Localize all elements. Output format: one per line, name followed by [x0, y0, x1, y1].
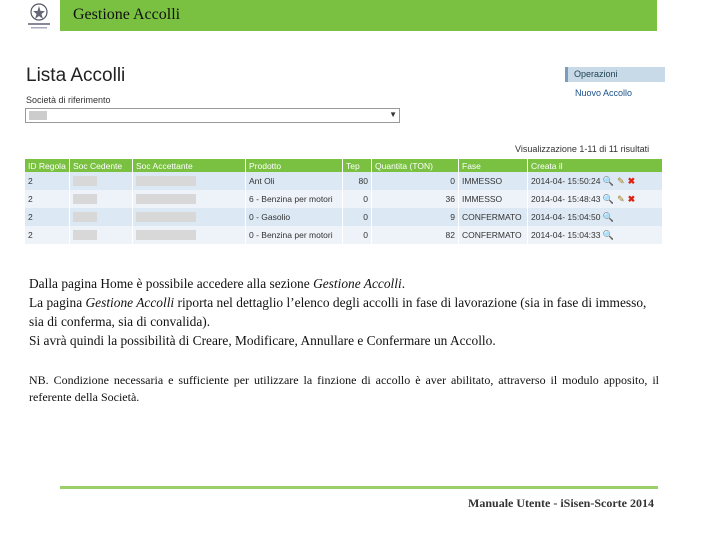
paragraph: La pagina Gestione Accolli riporta nel d…	[29, 295, 647, 329]
cell-creata: 2014-04-	[531, 211, 566, 222]
societa-select[interactable]: ▼	[25, 108, 400, 123]
redacted-cell	[73, 194, 97, 205]
cell-prodotto: 0 - Gasolio	[245, 208, 343, 226]
delete-icon[interactable]: ✖	[628, 194, 636, 205]
cell-tep: 80	[342, 172, 372, 190]
cell-tep: 0	[342, 208, 372, 226]
dropdown-arrow-icon: ▼	[389, 110, 397, 119]
cell-prodotto: Ant Oli	[245, 172, 343, 190]
cell-prodotto: 0 - Benzina per motori	[245, 226, 343, 244]
cell-id: 2	[25, 208, 70, 226]
table-row: 2 6 - Benzina per motori 0 36 IMMESSO 20…	[25, 190, 663, 208]
cell-quantita: 0	[371, 172, 459, 190]
redacted-value	[29, 111, 47, 120]
delete-icon[interactable]: ✖	[628, 176, 636, 187]
note-text: NB. Condizione necessaria e sufficiente …	[29, 373, 659, 404]
table-row: 2 0 - Gasolio 0 9 CONFERMATO 2014-04- 15…	[25, 208, 663, 226]
cell-quantita: 82	[371, 226, 459, 244]
description-text: Dalla pagina Home è possibile accedere a…	[29, 274, 659, 350]
new-accollo-link[interactable]: Nuovo Accollo	[565, 82, 665, 98]
edit-icon[interactable]: ✎	[617, 194, 625, 205]
cell-creata: 2014-04-	[531, 229, 566, 240]
redacted-cell	[136, 194, 196, 205]
accolli-table: ID Regola Soc Cedente Soc Accettante Pro…	[25, 159, 663, 244]
table-row: 2 Ant Oli 80 0 IMMESSO 2014-04- 15:50:24…	[25, 172, 663, 190]
app-screenshot: Lista Accolli Società di riferimento ▼ O…	[22, 55, 667, 255]
col-header[interactable]: Creata il	[527, 159, 663, 172]
paragraph: Si avrà quindi la possibilità di Creare,…	[29, 333, 496, 348]
redacted-cell	[136, 176, 196, 187]
operations-panel: Operazioni Nuovo Accollo	[565, 67, 665, 107]
col-header[interactable]: Tep	[342, 159, 372, 172]
cell-ora: 15:04:50	[567, 211, 601, 222]
cell-tep: 0	[342, 190, 372, 208]
cell-quantita: 9	[371, 208, 459, 226]
cell-tep: 0	[342, 226, 372, 244]
col-header[interactable]: Prodotto	[245, 159, 343, 172]
cell-id: 2	[25, 172, 70, 190]
cell-ora: 15:48:43	[567, 193, 601, 204]
societa-label: Società di riferimento	[26, 95, 111, 105]
list-title: Lista Accolli	[26, 65, 126, 86]
footer-divider	[60, 486, 658, 489]
cell-ora: 15:04:33	[567, 229, 601, 240]
cell-fase: CONFERMATO	[458, 226, 528, 244]
redacted-cell	[73, 212, 97, 223]
redacted-cell	[73, 230, 97, 241]
view-icon[interactable]: 🔍	[603, 212, 614, 223]
cell-fase: CONFERMATO	[458, 208, 528, 226]
cell-id: 2	[25, 190, 70, 208]
edit-icon[interactable]: ✎	[617, 176, 625, 187]
col-header[interactable]: Soc Cedente	[69, 159, 133, 172]
operations-heading: Operazioni	[565, 67, 665, 82]
view-icon[interactable]: 🔍	[603, 230, 614, 241]
redacted-cell	[73, 176, 97, 187]
col-header[interactable]: Soc Accettante	[132, 159, 246, 172]
cell-fase: IMMESSO	[458, 190, 528, 208]
redacted-cell	[136, 230, 196, 241]
table-row: 2 0 - Benzina per motori 0 82 CONFERMATO…	[25, 226, 663, 244]
cell-prodotto: 6 - Benzina per motori	[245, 190, 343, 208]
cell-ora: 15:50:24	[567, 175, 601, 186]
cell-creata: 2014-04-	[531, 193, 566, 204]
view-icon[interactable]: 🔍	[603, 176, 614, 187]
cell-id: 2	[25, 226, 70, 244]
cell-fase: IMMESSO	[458, 172, 528, 190]
paragraph: Dalla pagina Home è possibile accedere a…	[29, 276, 406, 291]
cell-creata: 2014-04-	[531, 175, 566, 186]
view-icon[interactable]: 🔍	[603, 194, 614, 205]
col-header[interactable]: Fase	[458, 159, 528, 172]
header-bar: Gestione Accolli	[60, 0, 657, 31]
pagination-info: Visualizzazione 1-11 di 11 risultati	[515, 144, 650, 154]
page-title: Gestione Accolli	[73, 6, 181, 23]
col-header[interactable]: ID Regola	[25, 159, 70, 172]
emblem-logo	[28, 3, 50, 29]
col-header[interactable]: Quantita (TON)	[371, 159, 459, 172]
redacted-cell	[136, 212, 196, 223]
footer-text: Manuale Utente - iSisen-Scorte 2014	[468, 496, 654, 510]
cell-quantita: 36	[371, 190, 459, 208]
